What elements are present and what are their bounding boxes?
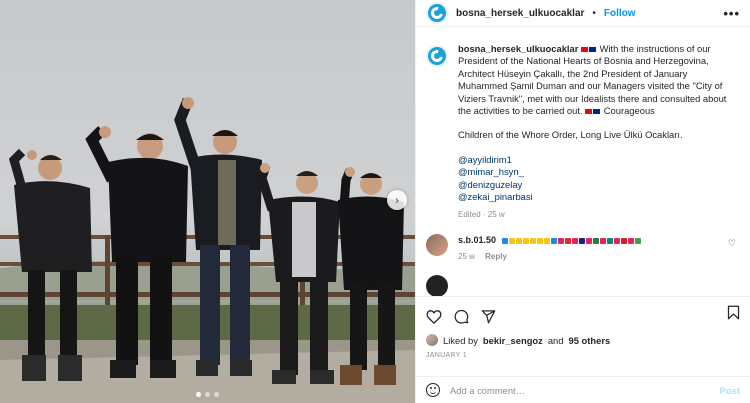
flag-turkey-icon: [585, 109, 593, 115]
comment-meta: 25 w Reply: [458, 251, 641, 263]
likes-summary: Liked by bekir_sengoz and 95 others: [426, 334, 740, 346]
comment-item-partial: [426, 274, 740, 296]
commenter-avatar[interactable]: [426, 233, 448, 256]
liked-by-and: and: [547, 334, 564, 346]
mention-link[interactable]: @ayyildirim1: [458, 154, 738, 166]
liked-by-user[interactable]: bekir_sengoz: [483, 335, 543, 346]
emoji-smiley-icon[interactable]: [426, 383, 440, 397]
caption-meta: Edited · 25 w: [458, 210, 505, 220]
action-icons-row: [426, 305, 740, 327]
commenter-avatar[interactable]: [426, 274, 448, 296]
post-caption: bosna_hersek_ulkuocaklar With the instru…: [426, 43, 740, 222]
crescent-logo-icon: [428, 4, 446, 22]
post-header: bosna_hersek_ulkuocaklar • Follow •••: [416, 0, 750, 27]
heart-icon[interactable]: [426, 309, 442, 324]
mention-link[interactable]: @denizguzelay: [458, 179, 738, 191]
comment-item: s.b.01.50 25 w Reply ♡: [426, 233, 740, 263]
flag-bosnia-icon: [593, 109, 601, 115]
caption-username[interactable]: bosna_hersek_ulkuocaklar: [458, 43, 578, 54]
heart-outline-icon[interactable]: ♡: [728, 238, 736, 249]
instagram-post-modal: › bosna_hersek_ulkuocaklar • Follow •••: [0, 0, 750, 403]
post-actions: Liked by bekir_sengoz and 95 others JANU…: [416, 296, 750, 359]
comment-body: s.b.01.50 25 w Reply: [458, 234, 641, 263]
header-separator: •: [592, 7, 596, 19]
caption-text: bosna_hersek_ulkuocaklar With the instru…: [458, 43, 738, 222]
account-avatar[interactable]: [426, 2, 448, 24]
chevron-right-icon: ›: [395, 193, 399, 207]
carousel-dot-active: [196, 392, 201, 397]
post-photo[interactable]: ›: [0, 0, 415, 403]
emoji-row-icon: [501, 237, 641, 244]
liked-by-prefix: Liked by: [443, 334, 478, 346]
mention-link[interactable]: @zekai_pinarbasi: [458, 191, 738, 203]
carousel-indicator: [0, 392, 415, 397]
share-icon[interactable]: [481, 309, 496, 324]
carousel-dot: [205, 392, 210, 397]
comments-area[interactable]: bosna_hersek_ulkuocaklar With the instru…: [416, 33, 750, 296]
carousel-dot: [214, 392, 219, 397]
liked-by-others[interactable]: 95 others: [569, 335, 611, 346]
reply-button[interactable]: Reply: [485, 252, 507, 261]
add-comment-bar: Post: [416, 376, 750, 403]
post-date: JANUARY 1: [426, 352, 467, 359]
caption-line2: Children of the Whore Order, Long Live Ü…: [458, 129, 683, 141]
more-options-icon[interactable]: •••: [723, 6, 740, 21]
post-comment-button[interactable]: Post: [720, 385, 740, 396]
comment-input[interactable]: [450, 384, 710, 396]
commenter-username[interactable]: s.b.01.50: [458, 235, 496, 245]
photo-scene: [0, 97, 415, 403]
liker-avatar[interactable]: [426, 334, 438, 346]
flag-bosnia-icon: [588, 47, 596, 53]
carousel-next-button[interactable]: ›: [387, 190, 407, 210]
crescent-logo-icon: [428, 47, 446, 65]
follow-button[interactable]: Follow: [604, 8, 636, 19]
caption-avatar[interactable]: [426, 45, 448, 67]
account-username[interactable]: bosna_hersek_ulkuocaklar: [456, 8, 584, 19]
caption-tail-text: Courageous: [603, 105, 655, 117]
mention-link[interactable]: @mimar_hsyn_: [458, 166, 738, 178]
post-details-panel: bosna_hersek_ulkuocaklar • Follow ••• bo…: [415, 0, 750, 403]
bookmark-icon[interactable]: [727, 305, 740, 320]
comment-time: 25 w: [458, 251, 475, 261]
flag-turkey-icon: [580, 47, 588, 53]
comment-icon[interactable]: [454, 309, 469, 324]
